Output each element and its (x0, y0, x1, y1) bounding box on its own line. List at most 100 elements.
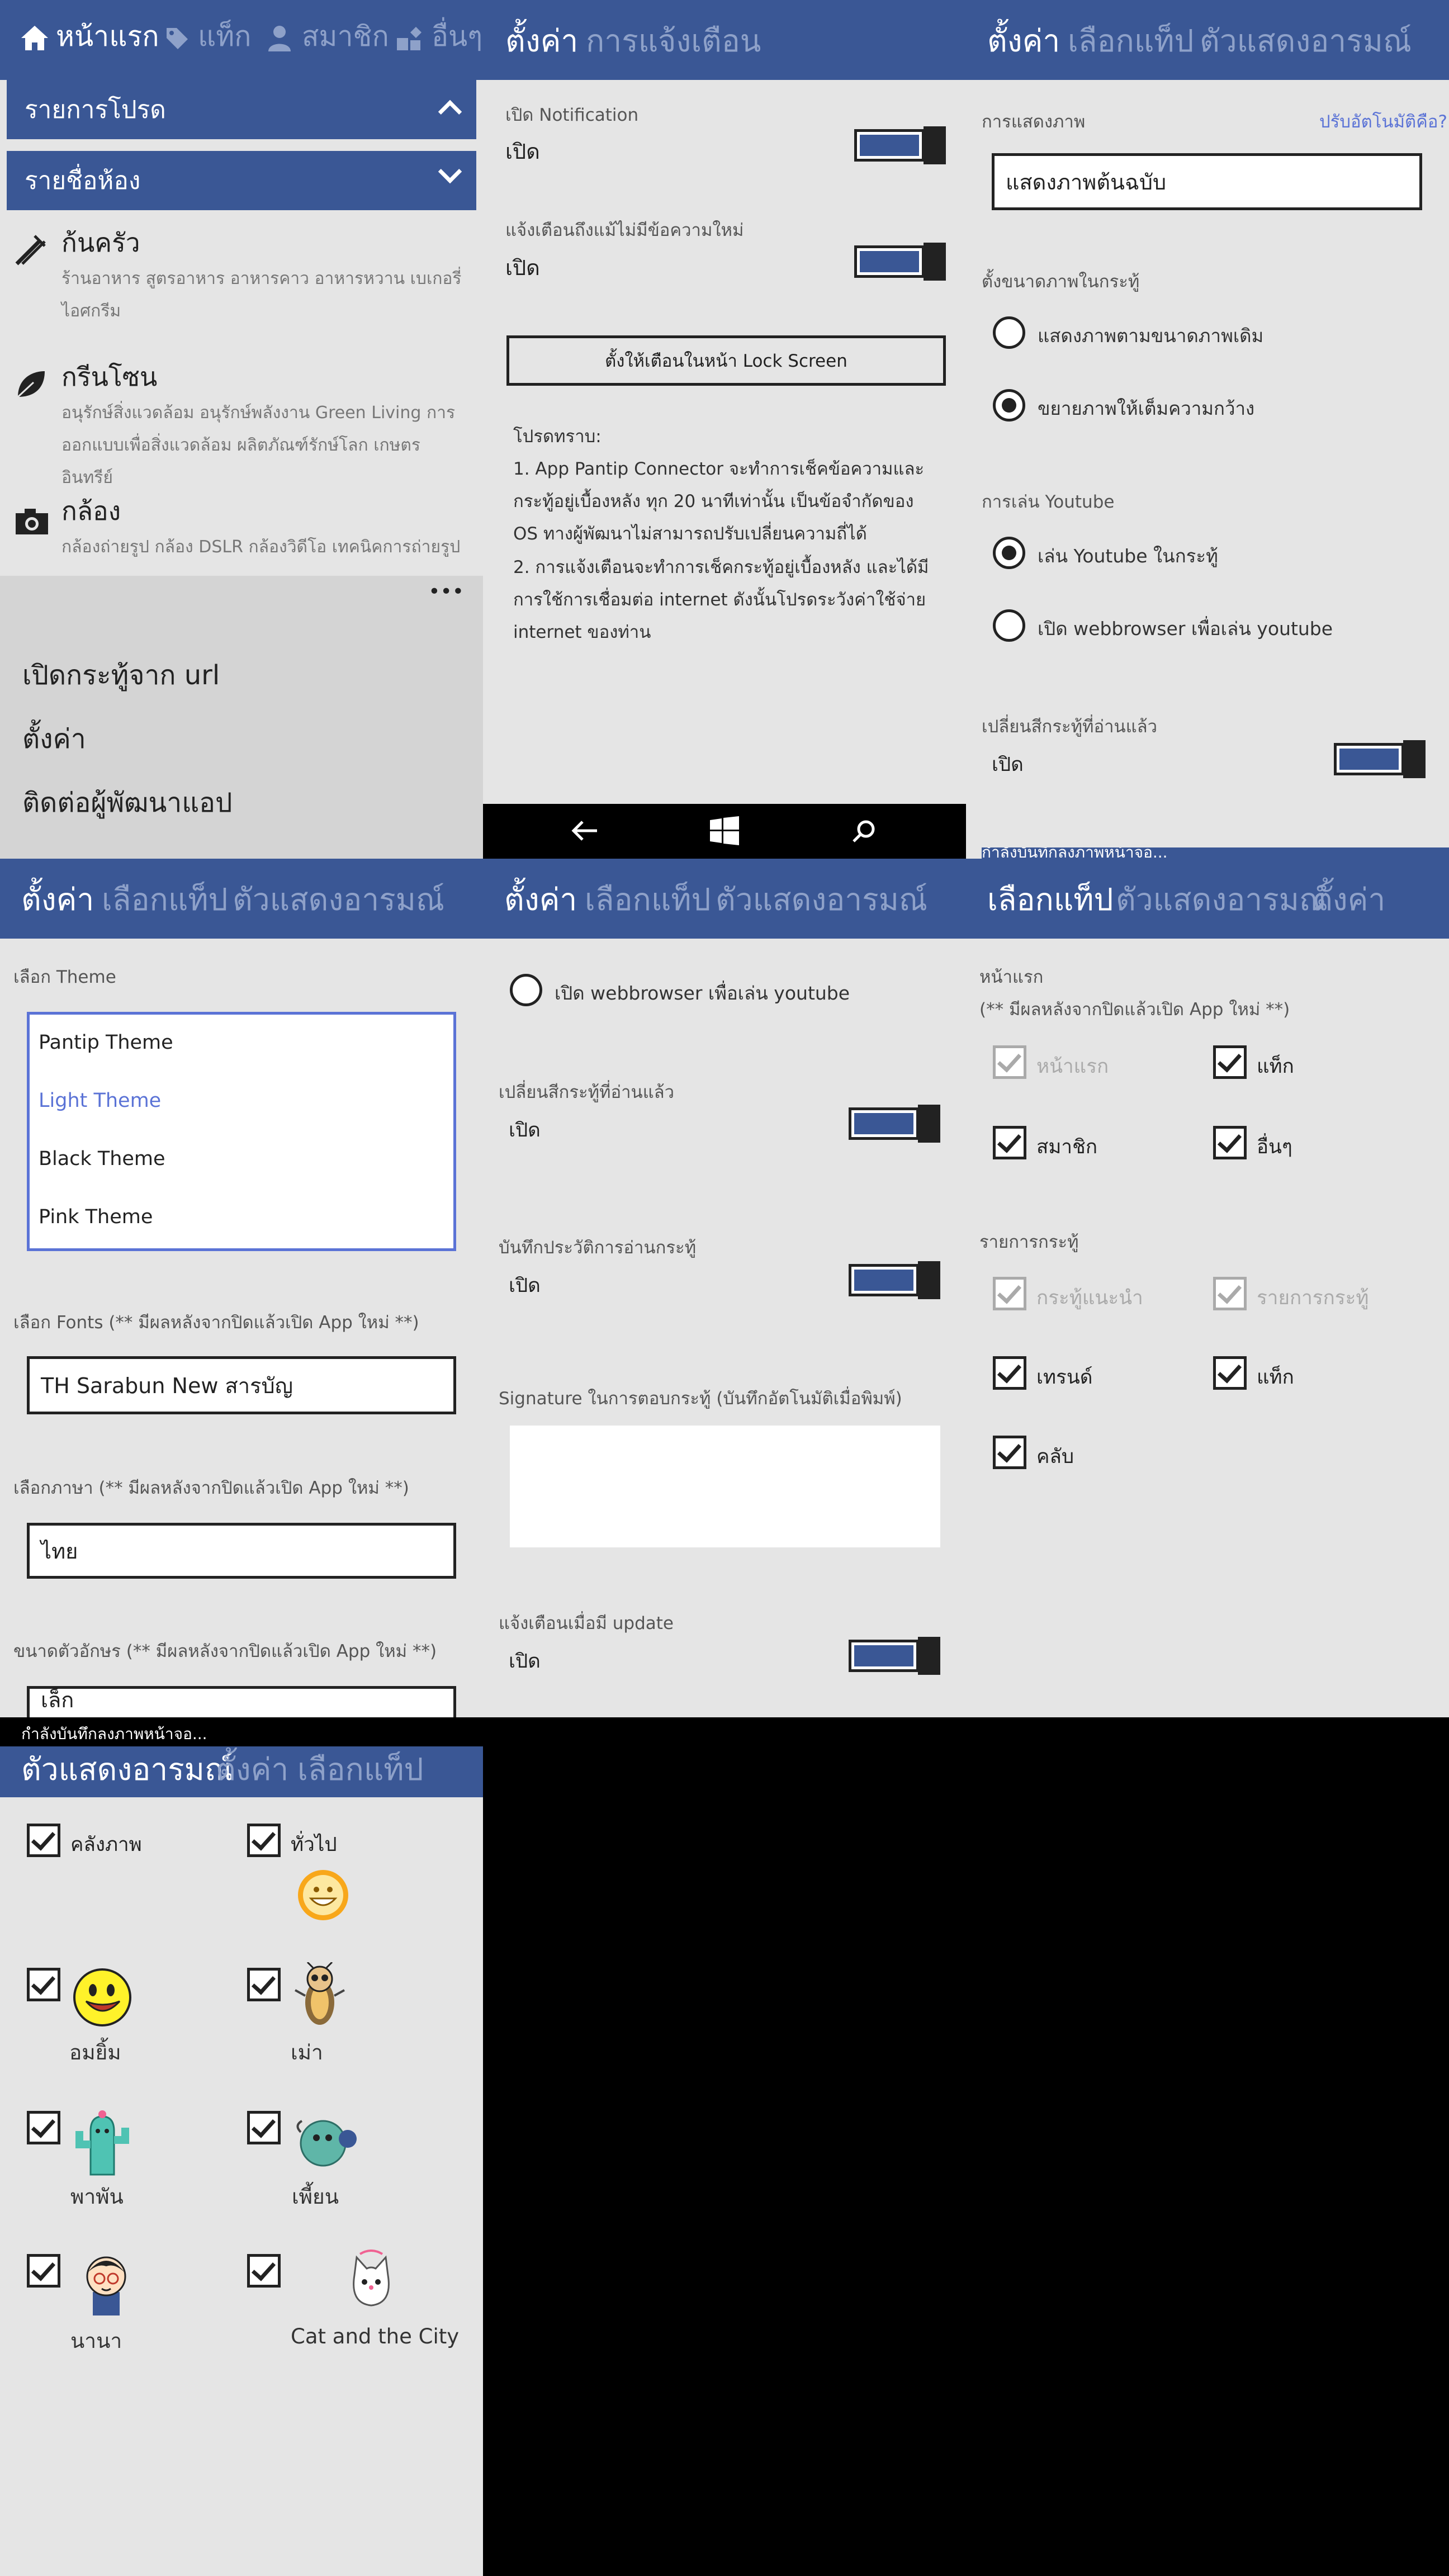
nana-girl-icon (86, 2256, 126, 2315)
tab-settings[interactable]: ตั้งค่า (1313, 880, 1385, 919)
gallery-checkbox[interactable] (27, 1824, 60, 1857)
notification-label: เปิด Notification (505, 105, 639, 125)
read-color-label: เปลี่ยนสีกระทู้ที่อ่านแล้ว (499, 1082, 675, 1102)
language-select[interactable]: ไทย (27, 1523, 456, 1579)
recommended-checkbox (993, 1277, 1026, 1310)
club-checkbox-label: คลับ (1036, 1446, 1074, 1468)
cat-city-icon (353, 2250, 390, 2307)
system-nav-bar (483, 804, 966, 859)
back-arrow-icon[interactable] (571, 820, 598, 842)
youtube-browser-radio[interactable] (993, 609, 1025, 642)
panel-emoticons: กำลังบันทึกลงภาพหน้าจอ... ตัวแสดงอารมณ์ … (0, 1717, 483, 2576)
youtube-inline-radio[interactable] (993, 537, 1025, 569)
tab-settings[interactable]: ตั้งค่า (21, 880, 94, 919)
size-original-radio[interactable] (993, 316, 1025, 349)
text-size-select[interactable]: เล็ก (27, 1686, 456, 1717)
search-icon[interactable] (852, 820, 875, 843)
gallery-label: คลังภาพ (70, 1834, 142, 1856)
room-item[interactable]: ก้นครัว ร้านอาหาร สูตรอาหาร อาหารคาว อาห… (0, 218, 483, 335)
tab-emoticons[interactable]: ตัวแสดงอารมณ์ (1116, 880, 1328, 919)
tab-select-tab[interactable]: เลือกแท็ป (102, 880, 228, 919)
display-label: การแสดงภาพ (982, 112, 1086, 132)
app-header: หน้าแรก แท็ก สมาชิก อื่นๆ (0, 0, 483, 80)
signature-textarea[interactable] (510, 1426, 940, 1547)
tab-settings[interactable]: ตั้งค่า (505, 21, 578, 60)
tab-emoticons[interactable]: ตัวแสดงอารมณ์ (716, 880, 927, 919)
size-fit-width-label: ขยายภาพให้เต็มความกว้าง (1038, 397, 1255, 419)
tab-tag[interactable]: แท็ก (198, 17, 251, 56)
tab-emoticons[interactable]: ตัวแสดงอารมณ์ (1200, 21, 1412, 60)
favorites-label: รายการโปรด (25, 96, 166, 124)
auto-adjust-link[interactable]: ปรับอัตโนมัติคือ? (1319, 107, 1447, 135)
tab-notifications[interactable]: การแจ้งเตือน (586, 21, 761, 60)
theme-list[interactable]: Pantip Theme Light Theme Black Theme Pin… (27, 1012, 456, 1251)
leaf-icon (17, 371, 45, 398)
panel-notification-settings: ตั้งค่า การแจ้งเตือน เปิด Notification เ… (483, 0, 966, 859)
read-color-toggle[interactable] (849, 1105, 941, 1143)
youtube-browser-radio[interactable] (510, 974, 542, 1006)
topic-list-checkbox-label: รายการกระทู้ (1257, 1287, 1369, 1309)
notify-empty-toggle[interactable] (854, 243, 947, 281)
theme-label: เลือก Theme (13, 967, 116, 987)
home-checkbox-label: หน้าแรก (1036, 1055, 1109, 1078)
tab-select-tab[interactable]: เลือกแท็ป (297, 1750, 423, 1789)
update-notify-toggle[interactable] (849, 1637, 941, 1675)
history-toggle[interactable] (849, 1261, 941, 1299)
windows-start-icon[interactable] (710, 816, 739, 845)
mao-checkbox[interactable] (247, 1968, 281, 2001)
papan-label: พาพัน (70, 2185, 124, 2209)
contact-dev-menu-item[interactable]: ติดต่อผู้พัฒนาแอป (22, 782, 232, 824)
room-item[interactable]: กรีนโซน อนุรักษ์สิ่งแวดล้อม อนุรักษ์พลัง… (0, 352, 483, 487)
tag-list-checkbox[interactable] (1213, 1356, 1247, 1390)
tab-home[interactable]: หน้าแรก (56, 17, 159, 56)
papan-checkbox[interactable] (27, 2111, 60, 2144)
papan-cactus-icon (75, 2110, 129, 2176)
pian-checkbox[interactable] (247, 2111, 281, 2144)
settings-menu-item[interactable]: ตั้งค่า (22, 718, 86, 760)
trend-checkbox[interactable] (993, 1356, 1026, 1390)
tab-settings[interactable]: ตั้งค่า (216, 1750, 288, 1789)
smiley-face-icon (298, 1870, 348, 1920)
tab-select-tab[interactable]: เลือกแท็ป (1068, 21, 1194, 60)
font-select[interactable]: TH Sarabun New สารบัญ (27, 1356, 456, 1414)
tab-settings[interactable]: ตั้งค่า (504, 880, 577, 919)
lock-screen-button[interactable]: ตั้งให้เตือนในหน้า Lock Screen (506, 335, 946, 386)
member-checkbox[interactable] (993, 1126, 1026, 1159)
room-list-menu[interactable]: รายชื่อห้อง (7, 151, 476, 210)
nana-checkbox[interactable] (27, 2254, 60, 2288)
size-fit-width-radio[interactable] (993, 389, 1025, 422)
omyim-checkbox[interactable] (27, 1968, 60, 2001)
tab-member[interactable]: สมาชิก (302, 17, 389, 56)
omyim-label: อมยิ้ม (69, 2040, 121, 2064)
open-url-menu-item[interactable]: เปิดกระทู้จาก url (22, 654, 220, 697)
notify-empty-value: เปิด (505, 255, 540, 280)
chevron-up-icon (438, 100, 462, 124)
tag-checkbox[interactable] (1213, 1045, 1247, 1079)
notify-empty-label: แจ้งเตือนถึงแม้ไม่มีข้อความใหม่ (505, 220, 744, 240)
theme-option[interactable]: Pantip Theme (39, 1031, 173, 1054)
favorites-menu[interactable]: รายการโปรด (7, 80, 476, 139)
recommended-checkbox-label: กระทู้แนะนำ (1036, 1287, 1143, 1309)
cat-city-label: Cat and the City (291, 2324, 460, 2348)
tab-select-tab[interactable]: เลือกแท็ป (585, 880, 711, 919)
room-item[interactable]: กล้อง กล้องถ่ายรูป กล้อง DSLR กล้องวิดีโ… (0, 486, 483, 570)
theme-option[interactable]: Black Theme (39, 1148, 165, 1170)
tab-emoticons[interactable]: ตัวแสดงอารมณ์ (21, 1750, 233, 1789)
notification-toggle[interactable] (854, 126, 947, 164)
read-color-toggle[interactable] (1334, 740, 1427, 778)
tab-select-tab[interactable]: เลือกแท็ป (987, 880, 1113, 919)
cat-city-checkbox[interactable] (247, 2254, 281, 2288)
theme-option-selected[interactable]: Light Theme (39, 1090, 161, 1112)
display-select[interactable]: แสดงภาพต้นฉบับ (992, 153, 1422, 210)
tab-emoticons[interactable]: ตัวแสดงอารมณ์ (233, 880, 444, 919)
tab-settings[interactable]: ตั้งค่า (987, 21, 1060, 60)
text-size-label: ขนาดตัวอักษร (** มีผลหลังจากปิดแล้วเปิด … (13, 1641, 437, 1661)
more-ellipsis-button[interactable]: ••• (428, 580, 464, 603)
other-checkbox[interactable] (1213, 1126, 1247, 1159)
room-title: ก้นครัว (61, 228, 140, 258)
theme-option[interactable]: Pink Theme (39, 1206, 153, 1228)
tag-checkbox-label: แท็ก (1257, 1055, 1294, 1078)
general-checkbox[interactable] (247, 1824, 281, 1857)
club-checkbox[interactable] (993, 1436, 1026, 1469)
tab-other[interactable]: อื่นๆ (432, 17, 482, 56)
